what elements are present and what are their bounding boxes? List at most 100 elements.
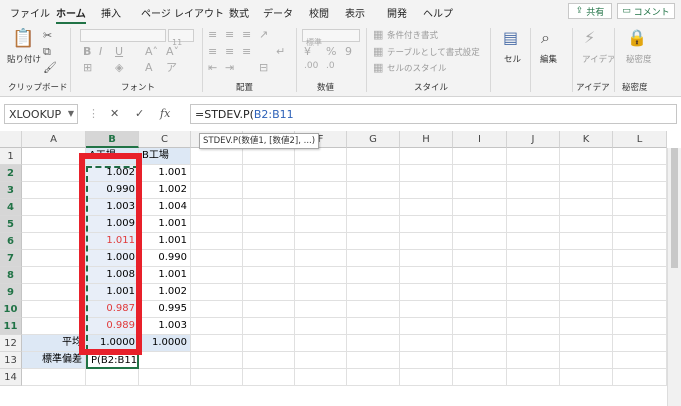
cell-k14[interactable]: [560, 369, 613, 386]
cell-e12[interactable]: [243, 335, 295, 352]
enter-icon[interactable]: ✓: [135, 107, 144, 120]
cell-d1[interactable]: [191, 148, 243, 165]
cell-a5[interactable]: [22, 216, 86, 233]
cell-d11[interactable]: [191, 318, 243, 335]
cell-f11[interactable]: [295, 318, 347, 335]
cell-g6[interactable]: [347, 233, 400, 250]
wrap-text-icon[interactable]: ↵: [276, 46, 285, 57]
cell-a7[interactable]: [22, 250, 86, 267]
cell-e5[interactable]: [243, 216, 295, 233]
cell-h4[interactable]: [400, 199, 453, 216]
cell-k10[interactable]: [560, 301, 613, 318]
cell-g12[interactable]: [347, 335, 400, 352]
cell-c10[interactable]: 0.995: [139, 301, 191, 318]
conditional-format-icon[interactable]: ▦: [373, 29, 383, 40]
cell-h7[interactable]: [400, 250, 453, 267]
cell-a14[interactable]: [22, 369, 86, 386]
cell-h14[interactable]: [400, 369, 453, 386]
insert-function-icon[interactable]: fx: [160, 107, 170, 120]
cell-e1[interactable]: [243, 148, 295, 165]
cell-d12[interactable]: [191, 335, 243, 352]
cell-l3[interactable]: [613, 182, 667, 199]
cell-e11[interactable]: [243, 318, 295, 335]
cell-e7[interactable]: [243, 250, 295, 267]
cell-g8[interactable]: [347, 267, 400, 284]
cell-j5[interactable]: [507, 216, 560, 233]
font-size-select[interactable]: 11: [168, 29, 194, 47]
cell-l10[interactable]: [613, 301, 667, 318]
cell-h11[interactable]: [400, 318, 453, 335]
tab-insert[interactable]: 挿入: [101, 5, 121, 20]
cell-k11[interactable]: [560, 318, 613, 335]
cell-c12[interactable]: 1.0000: [139, 335, 191, 352]
cell-g5[interactable]: [347, 216, 400, 233]
cell-k4[interactable]: [560, 199, 613, 216]
cell-l5[interactable]: [613, 216, 667, 233]
font-name-select[interactable]: [80, 29, 166, 42]
underline-icon[interactable]: U: [115, 46, 123, 57]
cell-j11[interactable]: [507, 318, 560, 335]
cell-i1[interactable]: [453, 148, 507, 165]
cell-d13[interactable]: [191, 352, 243, 369]
cell-l1[interactable]: [613, 148, 667, 165]
cell-l6[interactable]: [613, 233, 667, 250]
select-all-corner[interactable]: [0, 131, 22, 148]
cell-l8[interactable]: [613, 267, 667, 284]
row-header-3[interactable]: 3: [0, 182, 22, 199]
cell-j8[interactable]: [507, 267, 560, 284]
align-middle-icon[interactable]: ≡: [225, 29, 234, 40]
cell-i13[interactable]: [453, 352, 507, 369]
cell-h9[interactable]: [400, 284, 453, 301]
cell-k13[interactable]: [560, 352, 613, 369]
cell-l11[interactable]: [613, 318, 667, 335]
cell-d14[interactable]: [191, 369, 243, 386]
cell-j3[interactable]: [507, 182, 560, 199]
cell-f1[interactable]: [295, 148, 347, 165]
conditional-format-button[interactable]: 条件付き書式: [387, 29, 438, 41]
cell-k8[interactable]: [560, 267, 613, 284]
border-icon[interactable]: ⊞: [83, 62, 92, 73]
cell-a10[interactable]: [22, 301, 86, 318]
cell-j10[interactable]: [507, 301, 560, 318]
column-header-g[interactable]: G: [347, 131, 400, 148]
cells-icon[interactable]: ▤: [503, 30, 518, 46]
paste-icon[interactable]: 📋: [12, 30, 34, 48]
cell-l4[interactable]: [613, 199, 667, 216]
cell-i12[interactable]: [453, 335, 507, 352]
cell-l13[interactable]: [613, 352, 667, 369]
cell-g11[interactable]: [347, 318, 400, 335]
column-header-h[interactable]: H: [400, 131, 453, 148]
cell-i7[interactable]: [453, 250, 507, 267]
row-header-10[interactable]: 10: [0, 301, 22, 318]
cell-f10[interactable]: [295, 301, 347, 318]
tab-formulas[interactable]: 数式: [229, 5, 249, 20]
cell-e14[interactable]: [243, 369, 295, 386]
row-header-7[interactable]: 7: [0, 250, 22, 267]
cell-e2[interactable]: [243, 165, 295, 182]
cell-d4[interactable]: [191, 199, 243, 216]
cell-c11[interactable]: 1.003: [139, 318, 191, 335]
cell-a8[interactable]: [22, 267, 86, 284]
cell-g4[interactable]: [347, 199, 400, 216]
shrink-font-icon[interactable]: A˅: [166, 46, 179, 57]
row-header-11[interactable]: 11: [0, 318, 22, 335]
merge-cells-icon[interactable]: ⊟: [259, 62, 268, 73]
row-header-9[interactable]: 9: [0, 284, 22, 301]
align-center-icon[interactable]: ≡: [225, 46, 234, 57]
cell-c2[interactable]: 1.001: [139, 165, 191, 182]
row-header-6[interactable]: 6: [0, 233, 22, 250]
cell-l9[interactable]: [613, 284, 667, 301]
cell-k2[interactable]: [560, 165, 613, 182]
cell-c14[interactable]: [139, 369, 191, 386]
cell-style-icon[interactable]: ▦: [373, 62, 383, 73]
tab-review[interactable]: 校閲: [309, 5, 329, 20]
name-box[interactable]: XLOOKUP ▼: [4, 104, 78, 124]
cell-h12[interactable]: [400, 335, 453, 352]
cancel-icon[interactable]: ✕: [110, 107, 119, 120]
cell-d9[interactable]: [191, 284, 243, 301]
ideas-icon[interactable]: ⚡: [584, 30, 595, 46]
cell-i11[interactable]: [453, 318, 507, 335]
cell-c5[interactable]: 1.001: [139, 216, 191, 233]
cell-f3[interactable]: [295, 182, 347, 199]
cell-d7[interactable]: [191, 250, 243, 267]
